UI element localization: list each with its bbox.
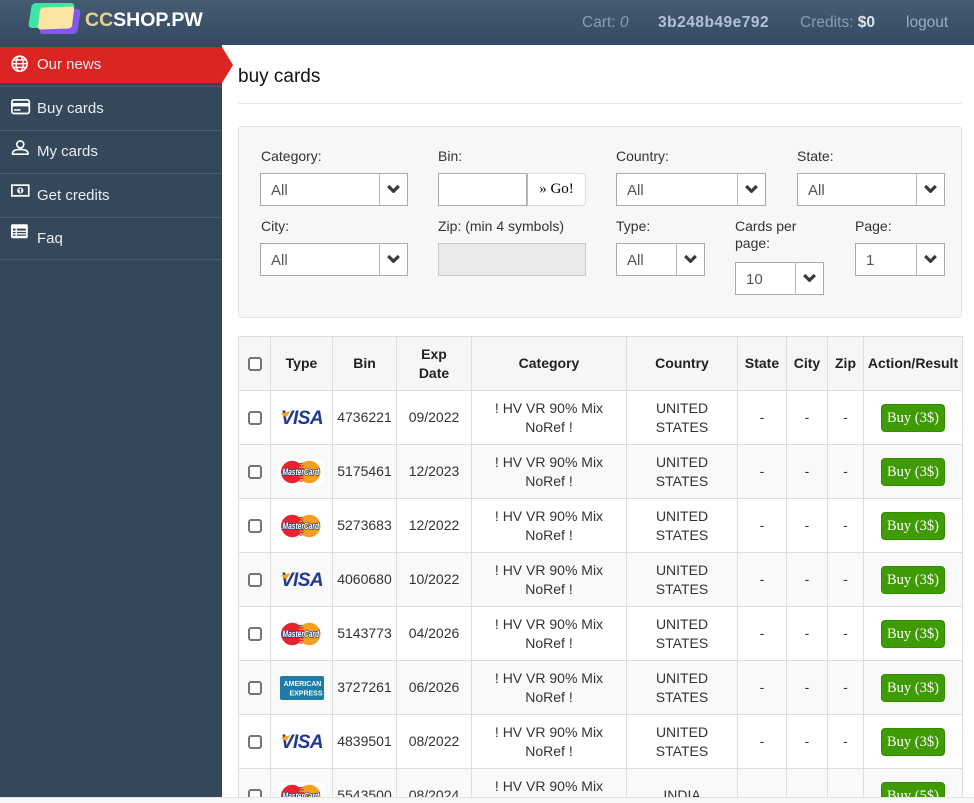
svg-text:VISA: VISA <box>280 571 322 589</box>
svg-text:MasterCard: MasterCard <box>283 467 320 477</box>
svg-text:AMERICAN: AMERICAN <box>283 680 321 687</box>
svg-text:VISA: VISA <box>280 409 322 427</box>
svg-text:MasterCard: MasterCard <box>283 629 320 639</box>
svg-text:MasterCard: MasterCard <box>283 521 320 531</box>
svg-text:EXPRESS: EXPRESS <box>289 690 322 697</box>
svg-text:VISA: VISA <box>280 733 322 751</box>
